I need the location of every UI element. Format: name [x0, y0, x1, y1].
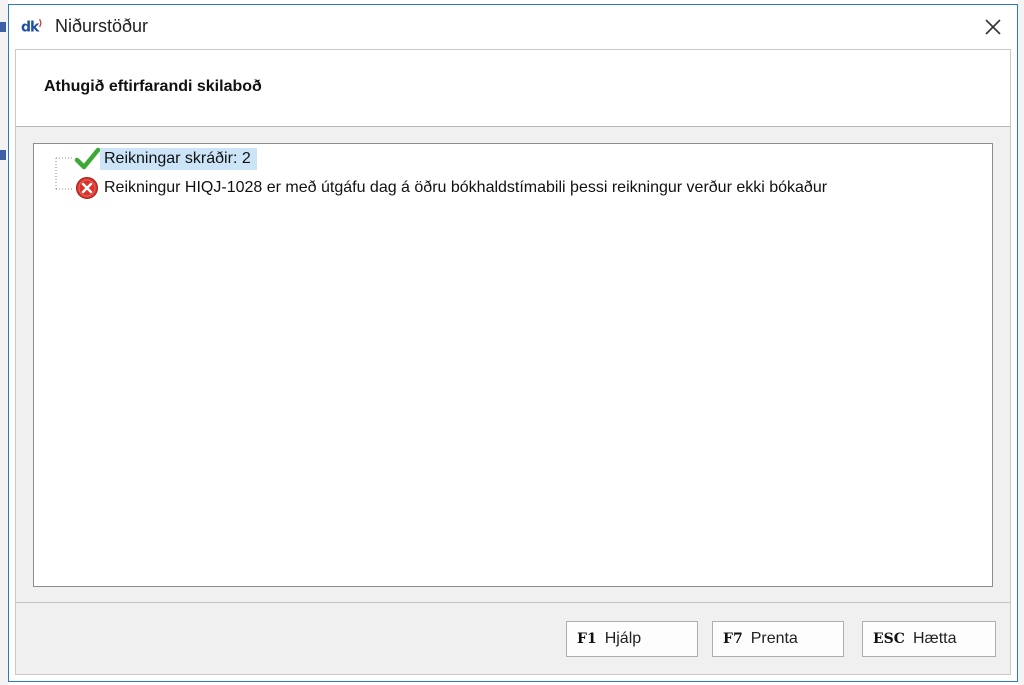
- help-button[interactable]: F1 Hjálp: [566, 621, 698, 657]
- close-icon: [985, 19, 1001, 35]
- dk-app-icon: dk⟩: [21, 19, 43, 36]
- close-button[interactable]: [975, 9, 1011, 45]
- dialog-body: Athugið eftirfarandi skilaboð Reikningar…: [15, 49, 1011, 675]
- title-bar[interactable]: dk⟩ Niðurstöður: [9, 5, 1017, 49]
- tree-item-label: Reikningar skráðir: 2: [100, 148, 257, 170]
- quit-button[interactable]: ESC Hætta: [862, 621, 996, 657]
- results-dialog: dk⟩ Niðurstöður Athugið eftirfarandi ski…: [8, 4, 1018, 682]
- window-title: Niðurstöður: [55, 16, 149, 36]
- button-label: Prenta: [750, 630, 798, 647]
- shortcut-key: ESC: [873, 631, 905, 647]
- background-app-marker: [0, 22, 6, 32]
- background-app-marker: [0, 150, 6, 160]
- button-label: Hætta: [912, 630, 957, 647]
- header-panel: Athugið eftirfarandi skilaboð: [16, 50, 1010, 127]
- background-app-edge-right: [1018, 0, 1024, 685]
- header-title: Athugið eftirfarandi skilaboð: [44, 78, 262, 95]
- shortcut-key: F1: [577, 631, 597, 647]
- tree-item-success[interactable]: Reikningar skráðir: 2: [74, 147, 257, 171]
- print-button[interactable]: F7 Prenta: [712, 621, 844, 657]
- background-app-edge-left: [0, 0, 8, 685]
- error-icon: [74, 175, 100, 201]
- button-label: Hjálp: [604, 630, 642, 647]
- tree-item-label: Reikningur HIQJ-1028 er með útgáfu dag á…: [104, 179, 828, 196]
- messages-tree[interactable]: Reikningar skráðir: 2 Reikningur HIQJ-10…: [33, 143, 993, 587]
- tree-item-error[interactable]: Reikningur HIQJ-1028 er með útgáfu dag á…: [74, 176, 833, 200]
- footer-divider: [16, 602, 1010, 603]
- check-icon: [74, 146, 100, 172]
- shortcut-key: F7: [723, 631, 743, 647]
